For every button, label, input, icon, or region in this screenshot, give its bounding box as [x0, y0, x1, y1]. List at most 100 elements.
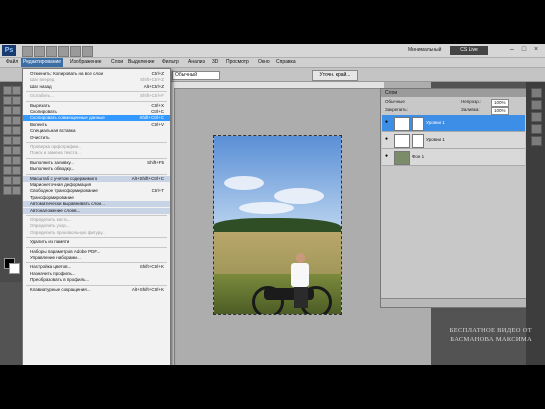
edit-menu-item[interactable]: Специальная вставка	[23, 128, 170, 134]
edit-menu-item[interactable]: Преобразовать в профиль...	[23, 277, 170, 283]
edit-menu-item[interactable]: Марионеточная деформация	[23, 182, 170, 188]
edit-menu-item[interactable]: Очистить	[23, 135, 170, 141]
panel-icon[interactable]	[531, 112, 542, 122]
layer-thumbnail	[394, 134, 410, 148]
eraser-tool-icon[interactable]	[3, 136, 12, 145]
clone-stamp-tool-icon[interactable]	[3, 126, 12, 135]
panel-icon[interactable]	[531, 124, 542, 134]
menu-window[interactable]: Окно	[258, 58, 270, 67]
gradient-tool-icon[interactable]	[12, 136, 21, 145]
zoom-level-icon[interactable]	[58, 46, 69, 57]
menu-item-label: Скопировать	[30, 109, 57, 114]
document-image[interactable]	[213, 135, 342, 315]
menu-item-label: Определить узор...	[30, 223, 70, 229]
menu-item-shortcut: Alt+Shift+Ctrl+C	[131, 175, 164, 181]
background-color-swatch[interactable]	[9, 263, 20, 274]
edit-menu-item[interactable]: Настройка цветов... Shift+Ctrl+K	[23, 264, 170, 270]
panel-icon[interactable]	[531, 88, 542, 98]
blur-tool-icon[interactable]	[3, 146, 12, 155]
3d-orbit-tool-icon[interactable]	[12, 176, 21, 185]
dodge-tool-icon[interactable]	[12, 146, 21, 155]
edit-menu-item[interactable]: Шаг назад Alt+Ctrl+Z	[23, 84, 170, 90]
layer-row[interactable]: ● Фон 1	[382, 149, 525, 166]
style-select[interactable]: Обычный	[172, 71, 220, 80]
menu-image[interactable]: Изображение	[70, 58, 102, 67]
healing-tool-icon[interactable]	[3, 116, 12, 125]
edit-menu-item: Ослабить... Shift+Ctrl+F	[23, 93, 170, 99]
edit-menu-item[interactable]: Вклеить Ctrl+V	[23, 122, 170, 128]
refine-edge-button[interactable]: Уточн. край...	[312, 70, 358, 81]
layers-panel-header[interactable]: Слои	[381, 89, 527, 97]
opacity-label: Непрозр.:	[461, 99, 482, 104]
menu-select[interactable]: Выделение	[128, 58, 155, 67]
menu-3d[interactable]: 3D	[212, 58, 218, 67]
workspace-switcher[interactable]: Минимальный	[408, 46, 448, 55]
minimize-icon[interactable]: –	[508, 46, 516, 54]
edit-menu-item[interactable]: Клавиатурные сокращения... Alt+Shift+Ctrl…	[23, 287, 170, 293]
history-brush-tool-icon[interactable]	[12, 126, 21, 135]
panel-icon[interactable]	[531, 136, 542, 146]
blend-mode-select[interactable]: Обычные	[385, 99, 405, 105]
edit-menu-item[interactable]: Выполнить заливку... Shift+F5	[23, 160, 170, 166]
bridge-icon[interactable]	[22, 46, 33, 57]
lock-label: Закрепить:	[385, 107, 408, 112]
eye-icon[interactable]: ●	[385, 137, 390, 142]
panel-icon[interactable]	[531, 100, 542, 110]
move-tool-icon[interactable]	[3, 86, 12, 95]
edit-menu-item[interactable]: Назначить профиль...	[23, 271, 170, 277]
brush-tool-icon[interactable]	[12, 116, 21, 125]
menu-help[interactable]: Справка	[276, 58, 296, 67]
hand-tool-icon[interactable]	[70, 46, 81, 57]
zoom-tool-icon[interactable]	[12, 186, 21, 195]
edit-menu-item[interactable]: Наборы параметров Adobe PDF...	[23, 249, 170, 255]
eye-icon[interactable]: ●	[385, 120, 390, 125]
opacity-field[interactable]: 100%	[491, 99, 509, 107]
edit-menu-dropdown: Отменить: Копировать на все слои Ctrl+Z Ша…	[22, 68, 171, 365]
edit-menu-item[interactable]: Автоналожение слоев...	[23, 207, 170, 214]
crop-tool-icon[interactable]	[3, 106, 12, 115]
marquee-tool-icon[interactable]	[12, 86, 21, 95]
edit-menu-item[interactable]: Выполнить обводку...	[23, 166, 170, 172]
edit-menu-item[interactable]: Свободное трансформирование Ctrl+T	[23, 188, 170, 194]
hand-tool-icon[interactable]	[3, 186, 12, 195]
edit-menu-item[interactable]: Отменить: Копировать на все слои Ctrl+Z	[23, 71, 170, 77]
eye-icon[interactable]: ●	[385, 154, 390, 159]
menu-file[interactable]: Файл	[6, 58, 18, 67]
menu-item-shortcut: Shift+Ctrl+Z	[139, 77, 164, 83]
menu-layers[interactable]: Слои	[111, 58, 123, 67]
arrange-documents-icon[interactable]	[82, 46, 93, 57]
lasso-tool-icon[interactable]	[3, 96, 12, 105]
cs-live-button[interactable]: CS Live	[450, 46, 488, 55]
fill-field[interactable]: 100%	[491, 107, 509, 115]
layer-mask-thumbnail	[412, 134, 424, 148]
image-cloud	[274, 188, 324, 204]
layer-row[interactable]: ● Уровни 1	[382, 132, 525, 149]
edit-menu-item[interactable]: Вырезать Ctrl+X	[23, 103, 170, 109]
maximize-icon[interactable]: □	[520, 46, 528, 54]
close-icon[interactable]: ×	[532, 46, 540, 54]
menu-item-label: Вклеить	[30, 121, 48, 127]
menu-item-label: Вырезать	[30, 102, 51, 108]
edit-menu-item[interactable]: Масштаб с учетом содержимого Alt+Shift+Ct…	[23, 175, 170, 182]
eyedropper-tool-icon[interactable]	[12, 106, 21, 115]
edit-menu-item[interactable]: Скопировать Ctrl+C	[23, 109, 170, 115]
shape-tool-icon[interactable]	[12, 166, 21, 175]
quick-select-tool-icon[interactable]	[12, 96, 21, 105]
edit-menu-item[interactable]: Скопировать совмещенные данные Shift+Ctrl…	[23, 115, 170, 122]
edit-menu-item[interactable]: Управление наборами...	[23, 255, 170, 261]
edit-menu-item[interactable]: Трансформирование	[23, 195, 170, 201]
type-tool-icon[interactable]	[12, 156, 21, 165]
layer-row[interactable]: ● Уровни 1	[382, 115, 525, 132]
mini-bridge-icon[interactable]	[34, 46, 45, 57]
menu-item-label: Очистить	[30, 134, 50, 140]
edit-menu-item[interactable]: Удалить из памяти	[23, 239, 170, 245]
edit-menu-item[interactable]: Автоматически выравнивать слои...	[23, 201, 170, 208]
menu-edit[interactable]: Редактирование	[21, 58, 64, 67]
menu-analysis[interactable]: Анализ	[188, 58, 205, 67]
3d-rotate-tool-icon[interactable]	[3, 176, 12, 185]
menu-view[interactable]: Просмотр	[226, 58, 249, 67]
extras-icon[interactable]	[46, 46, 57, 57]
path-select-tool-icon[interactable]	[3, 166, 12, 175]
pen-tool-icon[interactable]	[3, 156, 12, 165]
menu-filter[interactable]: Фильтр	[162, 58, 179, 67]
